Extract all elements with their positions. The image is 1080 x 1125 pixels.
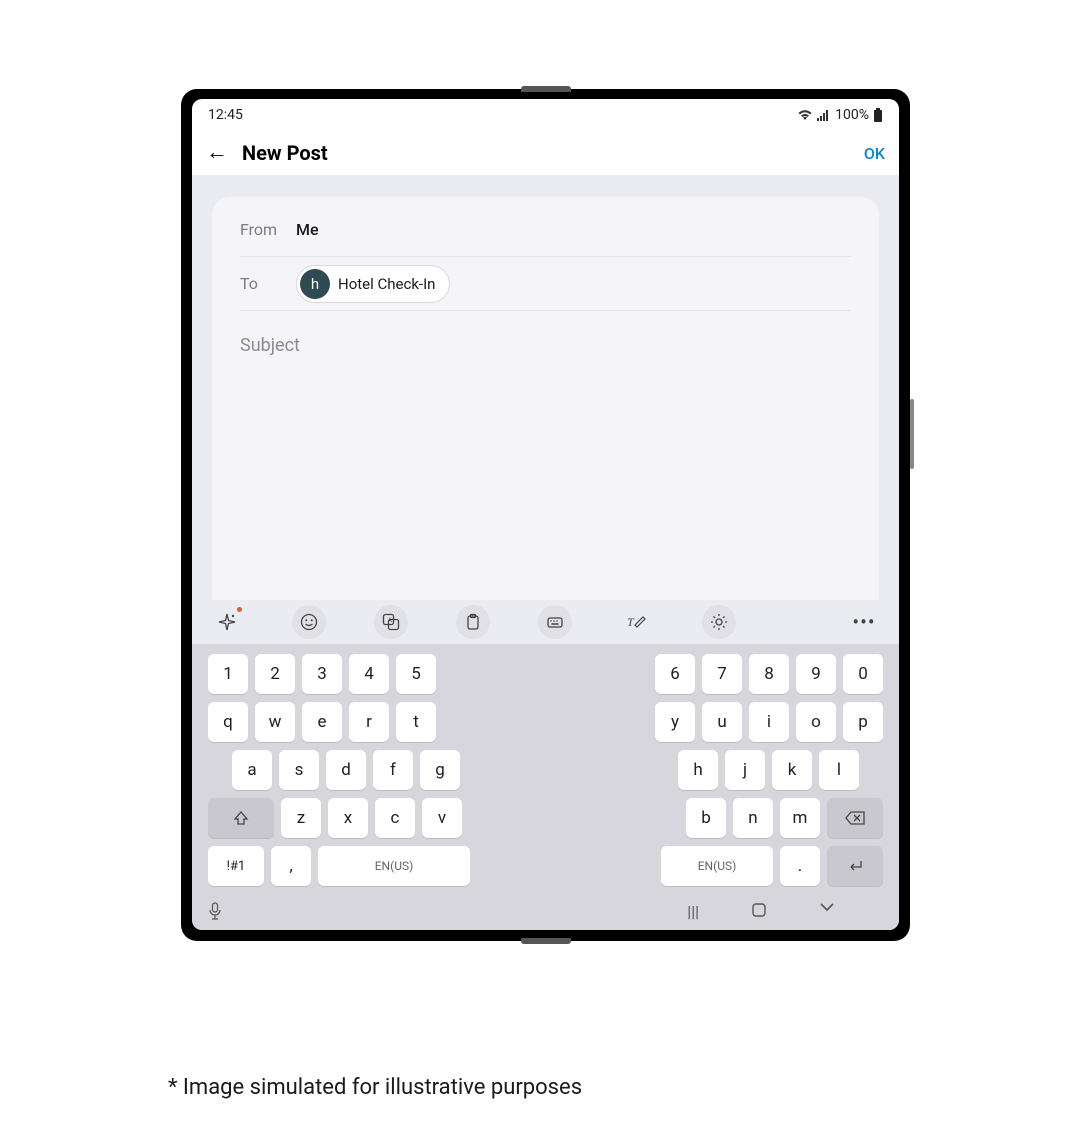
key-h[interactable]: h [678, 750, 718, 790]
kb-row-3: a s d f g h j k l [208, 750, 883, 790]
from-row[interactable]: From Me [240, 203, 851, 257]
key-i[interactable]: i [749, 702, 789, 742]
kb-row-4: z x c v b n m [208, 798, 883, 838]
svg-text:A: A [388, 617, 392, 624]
keyboard-toolbar: A T ••• [192, 600, 899, 644]
subject-placeholder: Subject [240, 335, 300, 356]
emoji-icon[interactable] [292, 605, 326, 639]
key-m[interactable]: m [780, 798, 820, 838]
from-value: Me [296, 220, 319, 239]
period-key[interactable]: . [780, 846, 820, 886]
clipboard-icon[interactable] [456, 605, 490, 639]
key-4[interactable]: 4 [349, 654, 389, 694]
status-icons: 100% [797, 107, 883, 123]
key-e[interactable]: e [302, 702, 342, 742]
ok-button[interactable]: OK [864, 144, 885, 163]
kb-row-5: !#1 , EN(US) EN(US) . [208, 846, 883, 886]
settings-icon[interactable] [702, 605, 736, 639]
key-y[interactable]: y [655, 702, 695, 742]
nav-buttons: ||| [687, 902, 883, 921]
key-g[interactable]: g [420, 750, 460, 790]
wifi-icon [797, 109, 813, 121]
key-l[interactable]: l [819, 750, 859, 790]
key-9[interactable]: 9 [796, 654, 836, 694]
battery-text: 100% [835, 107, 869, 123]
key-3[interactable]: 3 [302, 654, 342, 694]
hinge-bottom [521, 938, 571, 944]
compose-card: From Me To h Hotel Check-In Subject [212, 197, 879, 600]
key-p[interactable]: p [843, 702, 883, 742]
recipient-chip[interactable]: h Hotel Check-In [296, 265, 450, 303]
key-k[interactable]: k [772, 750, 812, 790]
key-f[interactable]: f [373, 750, 413, 790]
ai-sparkle-icon[interactable] [210, 605, 244, 639]
screen: 12:45 100% ← New Post OK [192, 99, 899, 930]
key-v[interactable]: v [422, 798, 462, 838]
key-a[interactable]: a [232, 750, 272, 790]
to-row[interactable]: To h Hotel Check-In [240, 257, 851, 311]
microphone-icon[interactable] [208, 902, 222, 920]
caption-text: * Image simulated for illustrative purpo… [168, 1075, 582, 1100]
key-o[interactable]: o [796, 702, 836, 742]
chip-label: Hotel Check-In [338, 275, 435, 293]
key-7[interactable]: 7 [702, 654, 742, 694]
more-icon[interactable]: ••• [847, 605, 881, 639]
key-r[interactable]: r [349, 702, 389, 742]
key-1[interactable]: 1 [208, 654, 248, 694]
back-arrow-icon[interactable]: ← [206, 142, 228, 164]
key-2[interactable]: 2 [255, 654, 295, 694]
key-q[interactable]: q [208, 702, 248, 742]
recents-icon[interactable]: ||| [687, 902, 699, 921]
key-0[interactable]: 0 [843, 654, 883, 694]
key-s[interactable]: s [279, 750, 319, 790]
device-frame: 12:45 100% ← New Post OK [181, 89, 910, 941]
key-x[interactable]: x [328, 798, 368, 838]
key-5[interactable]: 5 [396, 654, 436, 694]
key-6[interactable]: 6 [655, 654, 695, 694]
back-icon[interactable] [819, 902, 835, 921]
home-icon[interactable] [751, 902, 767, 921]
key-8[interactable]: 8 [749, 654, 789, 694]
status-time: 12:45 [208, 107, 243, 123]
key-t[interactable]: t [396, 702, 436, 742]
shift-key[interactable] [208, 798, 274, 838]
chip-avatar: h [300, 269, 330, 299]
battery-icon [873, 108, 883, 122]
backspace-key[interactable] [827, 798, 883, 838]
power-button [910, 399, 914, 469]
keyboard-mode-icon[interactable] [538, 605, 572, 639]
hinge-top [521, 86, 571, 92]
to-label: To [240, 274, 296, 293]
compose-area: From Me To h Hotel Check-In Subject [192, 175, 899, 600]
key-n[interactable]: n [733, 798, 773, 838]
key-d[interactable]: d [326, 750, 366, 790]
navigation-bar: ||| [192, 892, 899, 930]
space-key-right[interactable]: EN(US) [661, 846, 773, 886]
page-title: New Post [242, 141, 850, 165]
keyboard: 1 2 3 4 5 6 7 8 9 0 q w e [192, 644, 899, 892]
svg-text:T: T [627, 615, 635, 629]
key-z[interactable]: z [281, 798, 321, 838]
kb-row-1: 1 2 3 4 5 6 7 8 9 0 [208, 654, 883, 694]
signal-icon [817, 109, 831, 121]
kb-row-2: q w e r t y u i o p [208, 702, 883, 742]
key-c[interactable]: c [375, 798, 415, 838]
from-label: From [240, 220, 296, 239]
space-key-left[interactable]: EN(US) [318, 846, 470, 886]
symbols-key[interactable]: !#1 [208, 846, 264, 886]
handwriting-icon[interactable]: T [620, 605, 654, 639]
comma-key[interactable]: , [271, 846, 311, 886]
status-bar: 12:45 100% [192, 99, 899, 131]
enter-key[interactable] [827, 846, 883, 886]
key-u[interactable]: u [702, 702, 742, 742]
key-j[interactable]: j [725, 750, 765, 790]
key-w[interactable]: w [255, 702, 295, 742]
subject-input[interactable]: Subject [240, 311, 851, 365]
translate-icon[interactable]: A [374, 605, 408, 639]
key-b[interactable]: b [686, 798, 726, 838]
title-bar: ← New Post OK [192, 131, 899, 175]
notification-dot [237, 607, 242, 612]
